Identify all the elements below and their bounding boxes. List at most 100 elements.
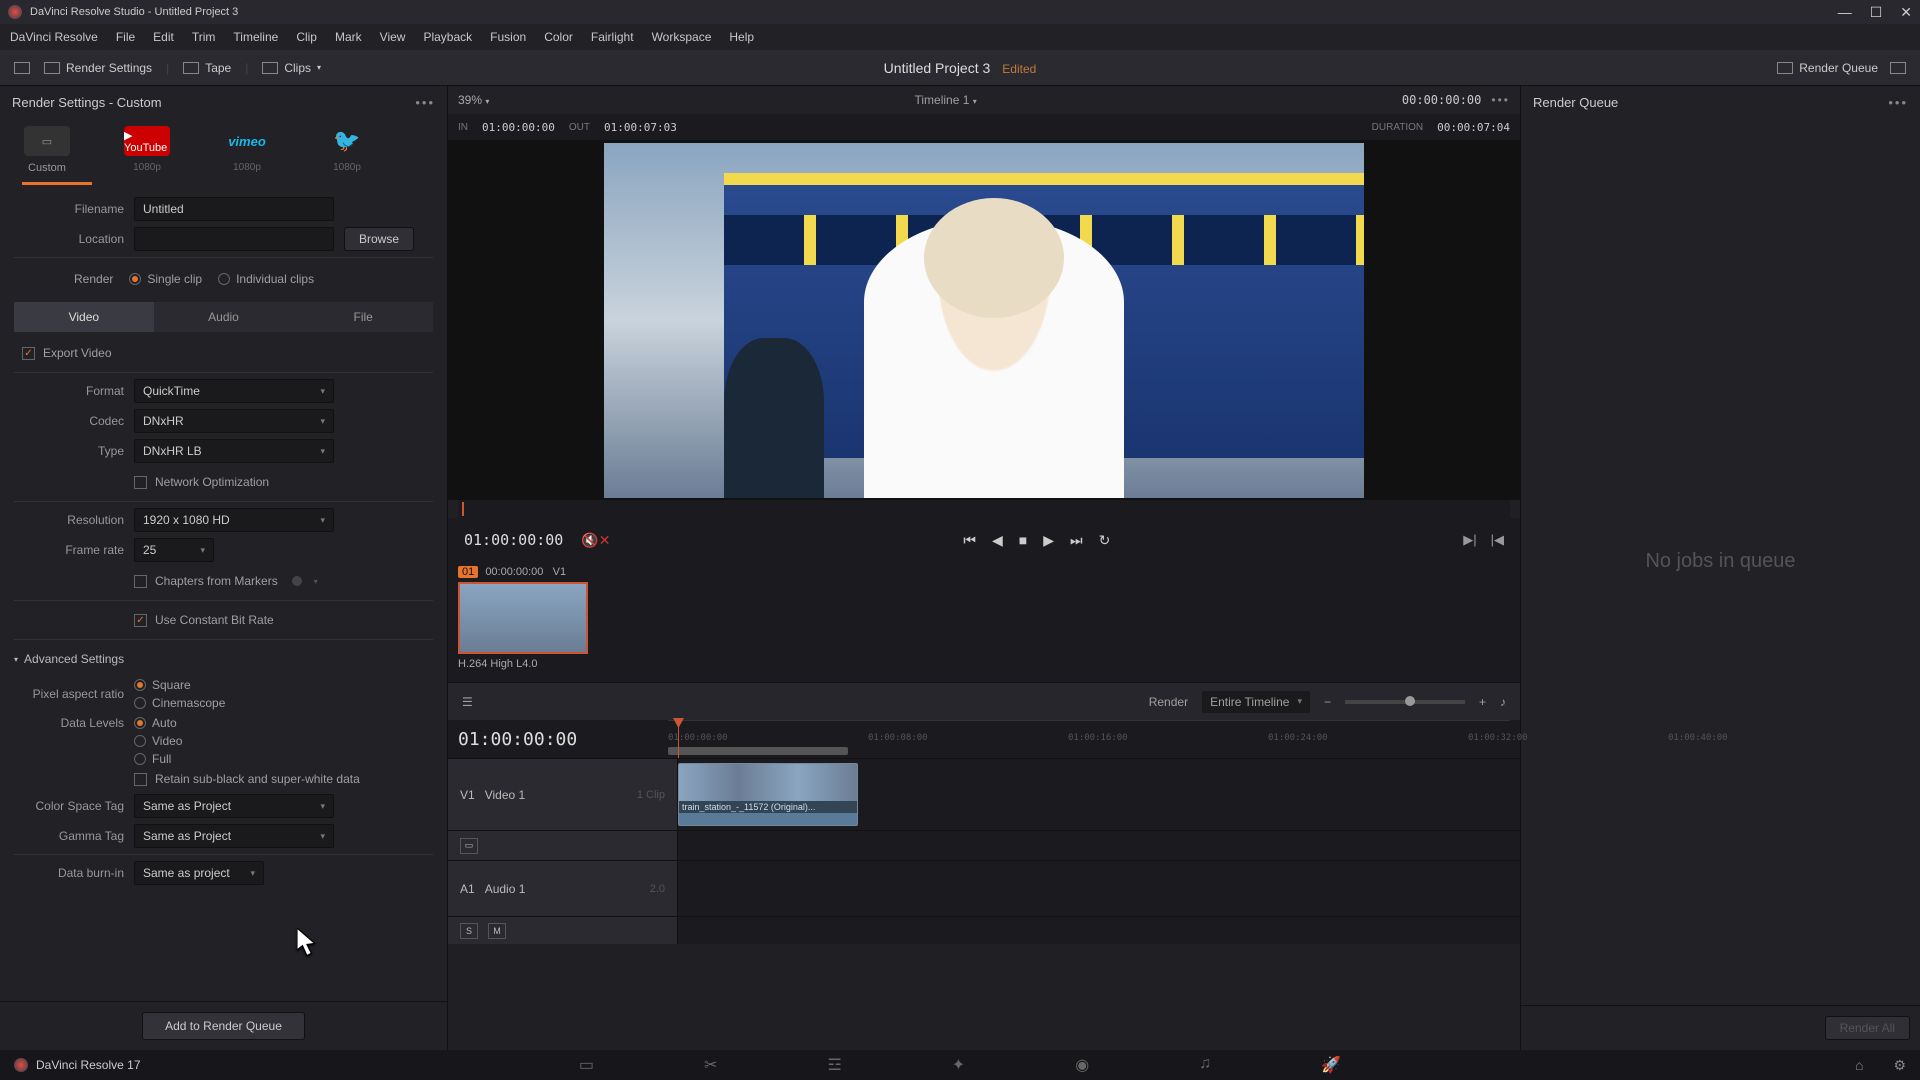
loop-icon[interactable]: ↻ xyxy=(1099,532,1111,549)
menu-playback[interactable]: Playback xyxy=(423,30,472,44)
timeline-clip[interactable]: train_station_-_11572 (Original)... xyxy=(678,763,858,826)
close-icon[interactable]: ✕ xyxy=(1900,4,1912,21)
viewer-timecode[interactable]: 00:00:00:00 xyxy=(1402,93,1481,107)
audio-track-body[interactable] xyxy=(678,861,1520,916)
menu-help[interactable]: Help xyxy=(729,30,754,44)
solo-button[interactable]: S xyxy=(460,923,478,939)
deliver-page-icon[interactable] xyxy=(14,62,30,74)
export-video-checkbox[interactable]: ✓ xyxy=(22,347,35,360)
zoom-in-icon[interactable]: + xyxy=(1479,695,1486,709)
mute-icon[interactable]: 🔇✕ xyxy=(581,532,610,549)
codec-select[interactable]: DNxHR▾ xyxy=(134,409,334,433)
preset-custom[interactable]: ▭ Custom xyxy=(12,126,82,174)
stop-icon[interactable]: ■ xyxy=(1019,532,1027,549)
expand-icon[interactable] xyxy=(1890,62,1906,74)
menu-trim[interactable]: Trim xyxy=(192,30,216,44)
par-square-radio[interactable]: Square xyxy=(134,678,225,692)
zoom-out-icon[interactable]: − xyxy=(1324,695,1331,709)
menu-file[interactable]: File xyxy=(116,30,135,44)
clips-button[interactable]: Clips ▾ xyxy=(262,61,321,75)
tape-button[interactable]: Tape xyxy=(183,61,231,75)
home-icon[interactable]: ⌂ xyxy=(1855,1057,1863,1074)
timeline-view-icon[interactable]: ☰ xyxy=(462,695,473,709)
deliver-page-icon[interactable]: 🚀 xyxy=(1321,1055,1341,1075)
render-scope-select[interactable]: Entire Timeline▾ xyxy=(1202,691,1310,713)
fusion-page-icon[interactable]: ✦ xyxy=(952,1055,965,1075)
framerate-select[interactable]: 25▾ xyxy=(134,538,214,562)
viewer-scrubber[interactable] xyxy=(458,500,1510,518)
add-to-render-queue-button[interactable]: Add to Render Queue xyxy=(142,1012,305,1040)
play-icon[interactable]: ▶ xyxy=(1043,532,1054,549)
render-range-bar[interactable] xyxy=(668,747,848,755)
menu-view[interactable]: View xyxy=(380,30,406,44)
par-cinemascope-radio[interactable]: Cinemascope xyxy=(134,696,225,710)
render-settings-button[interactable]: Render Settings xyxy=(44,61,152,75)
network-opt-checkbox[interactable] xyxy=(134,476,147,489)
settings-gear-icon[interactable]: ⚙ xyxy=(1893,1057,1906,1074)
transport-timecode[interactable]: 01:00:00:00 xyxy=(464,531,563,549)
location-input[interactable] xyxy=(134,227,334,251)
color-page-icon[interactable]: ◉ xyxy=(1075,1055,1089,1075)
minimize-icon[interactable]: — xyxy=(1838,4,1852,21)
gamma-tag-select[interactable]: Same as Project▾ xyxy=(134,824,334,848)
step-back-icon[interactable]: ◀ xyxy=(992,532,1003,549)
preset-twitter[interactable]: 🐦 1080p xyxy=(312,126,382,173)
track-id-v1[interactable]: V1 xyxy=(460,788,475,802)
menu-fusion[interactable]: Fusion xyxy=(490,30,526,44)
single-clip-radio[interactable]: Single clip xyxy=(129,272,202,286)
dl-video-radio[interactable]: Video xyxy=(134,734,360,748)
render-queue-toggle[interactable]: Render Queue xyxy=(1777,61,1878,75)
preset-youtube[interactable]: ▶ YouTube 1080p xyxy=(112,126,182,173)
timeline-ruler[interactable]: 01:00:00:00 01:00:08:00 01:00:16:00 01:0… xyxy=(668,720,1510,758)
first-frame-icon[interactable]: ⏮ xyxy=(963,532,976,549)
format-select[interactable]: QuickTime▾ xyxy=(134,379,334,403)
type-select[interactable]: DNxHR LB▾ xyxy=(134,439,334,463)
video-track-body[interactable]: train_station_-_11572 (Original)... xyxy=(678,759,1520,830)
retain-checkbox[interactable] xyxy=(134,773,147,786)
tab-video[interactable]: Video xyxy=(14,302,154,332)
clip-thumbnail[interactable] xyxy=(458,582,588,654)
mute-button[interactable]: M xyxy=(488,923,506,939)
tab-audio[interactable]: Audio xyxy=(154,302,294,332)
data-burnin-select[interactable]: Same as project▾ xyxy=(134,861,264,885)
timeline-timecode[interactable]: 01:00:00:00 xyxy=(458,729,668,750)
menu-color[interactable]: Color xyxy=(544,30,573,44)
dl-full-radio[interactable]: Full xyxy=(134,752,360,766)
cbr-checkbox[interactable]: ✓ xyxy=(134,614,147,627)
edit-page-icon[interactable]: ☲ xyxy=(827,1055,841,1075)
menu-fairlight[interactable]: Fairlight xyxy=(591,30,634,44)
menu-edit[interactable]: Edit xyxy=(153,30,174,44)
menu-clip[interactable]: Clip xyxy=(296,30,317,44)
media-page-icon[interactable]: ▭ xyxy=(579,1055,594,1075)
zoom-slider[interactable] xyxy=(1345,700,1465,704)
advanced-settings-toggle[interactable]: ▾Advanced Settings xyxy=(14,646,433,672)
marker-color-icon[interactable] xyxy=(292,576,302,586)
panel-options-icon[interactable]: ••• xyxy=(415,95,435,110)
queue-options-icon[interactable]: ••• xyxy=(1888,95,1908,110)
timeline-name-dropdown[interactable]: Timeline 1 ▾ xyxy=(915,93,977,107)
zoom-dropdown[interactable]: 39% ▾ xyxy=(458,93,489,107)
prev-clip-icon[interactable]: |◀ xyxy=(1491,532,1504,548)
cut-page-icon[interactable]: ✂ xyxy=(704,1055,717,1075)
filename-input[interactable] xyxy=(134,197,334,221)
menu-timeline[interactable]: Timeline xyxy=(233,30,278,44)
render-all-button[interactable]: Render All xyxy=(1825,1016,1910,1040)
audio-meters-icon[interactable]: ♪ xyxy=(1500,695,1506,709)
menu-workspace[interactable]: Workspace xyxy=(652,30,712,44)
viewer-options-icon[interactable]: ••• xyxy=(1491,93,1510,107)
browse-button[interactable]: Browse xyxy=(344,227,414,251)
tab-file[interactable]: File xyxy=(293,302,433,332)
next-clip-icon[interactable]: ▶| xyxy=(1463,532,1476,548)
preset-vimeo[interactable]: vimeo 1080p xyxy=(212,126,282,173)
individual-clips-radio[interactable]: Individual clips xyxy=(218,272,314,286)
playhead[interactable] xyxy=(678,720,679,758)
fairlight-page-icon[interactable]: ♫ xyxy=(1199,1055,1211,1075)
menu-davinci[interactable]: DaVinci Resolve xyxy=(10,30,98,44)
dl-auto-radio[interactable]: Auto xyxy=(134,716,360,730)
menu-mark[interactable]: Mark xyxy=(335,30,362,44)
colorspace-tag-select[interactable]: Same as Project▾ xyxy=(134,794,334,818)
last-frame-icon[interactable]: ⏭ xyxy=(1070,532,1083,549)
chapters-checkbox[interactable] xyxy=(134,575,147,588)
resolution-select[interactable]: 1920 x 1080 HD▾ xyxy=(134,508,334,532)
video-viewer[interactable] xyxy=(448,140,1520,500)
